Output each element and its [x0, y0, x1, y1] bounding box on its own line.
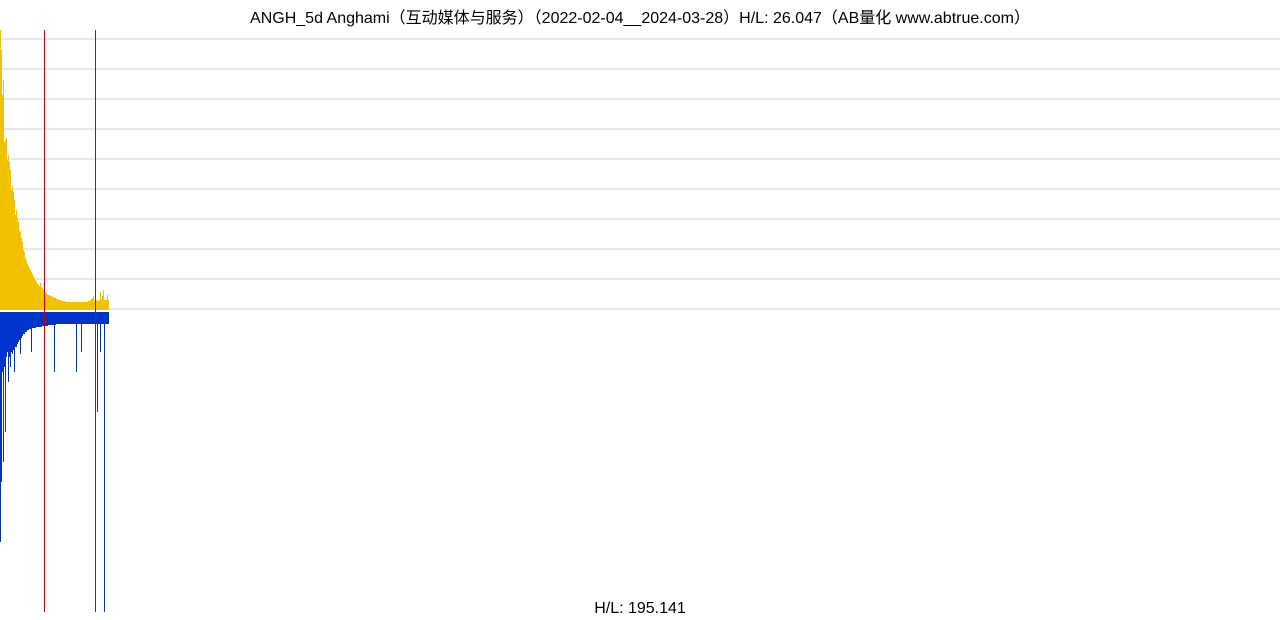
bottom-ratio-label: H/L: 195.141 — [0, 600, 1280, 618]
chart-area — [0, 30, 1280, 612]
chart-svg — [0, 30, 1280, 612]
chart-title: ANGH_5d Anghami（互动媒体与服务）（2022-02-04__202… — [0, 4, 1280, 28]
